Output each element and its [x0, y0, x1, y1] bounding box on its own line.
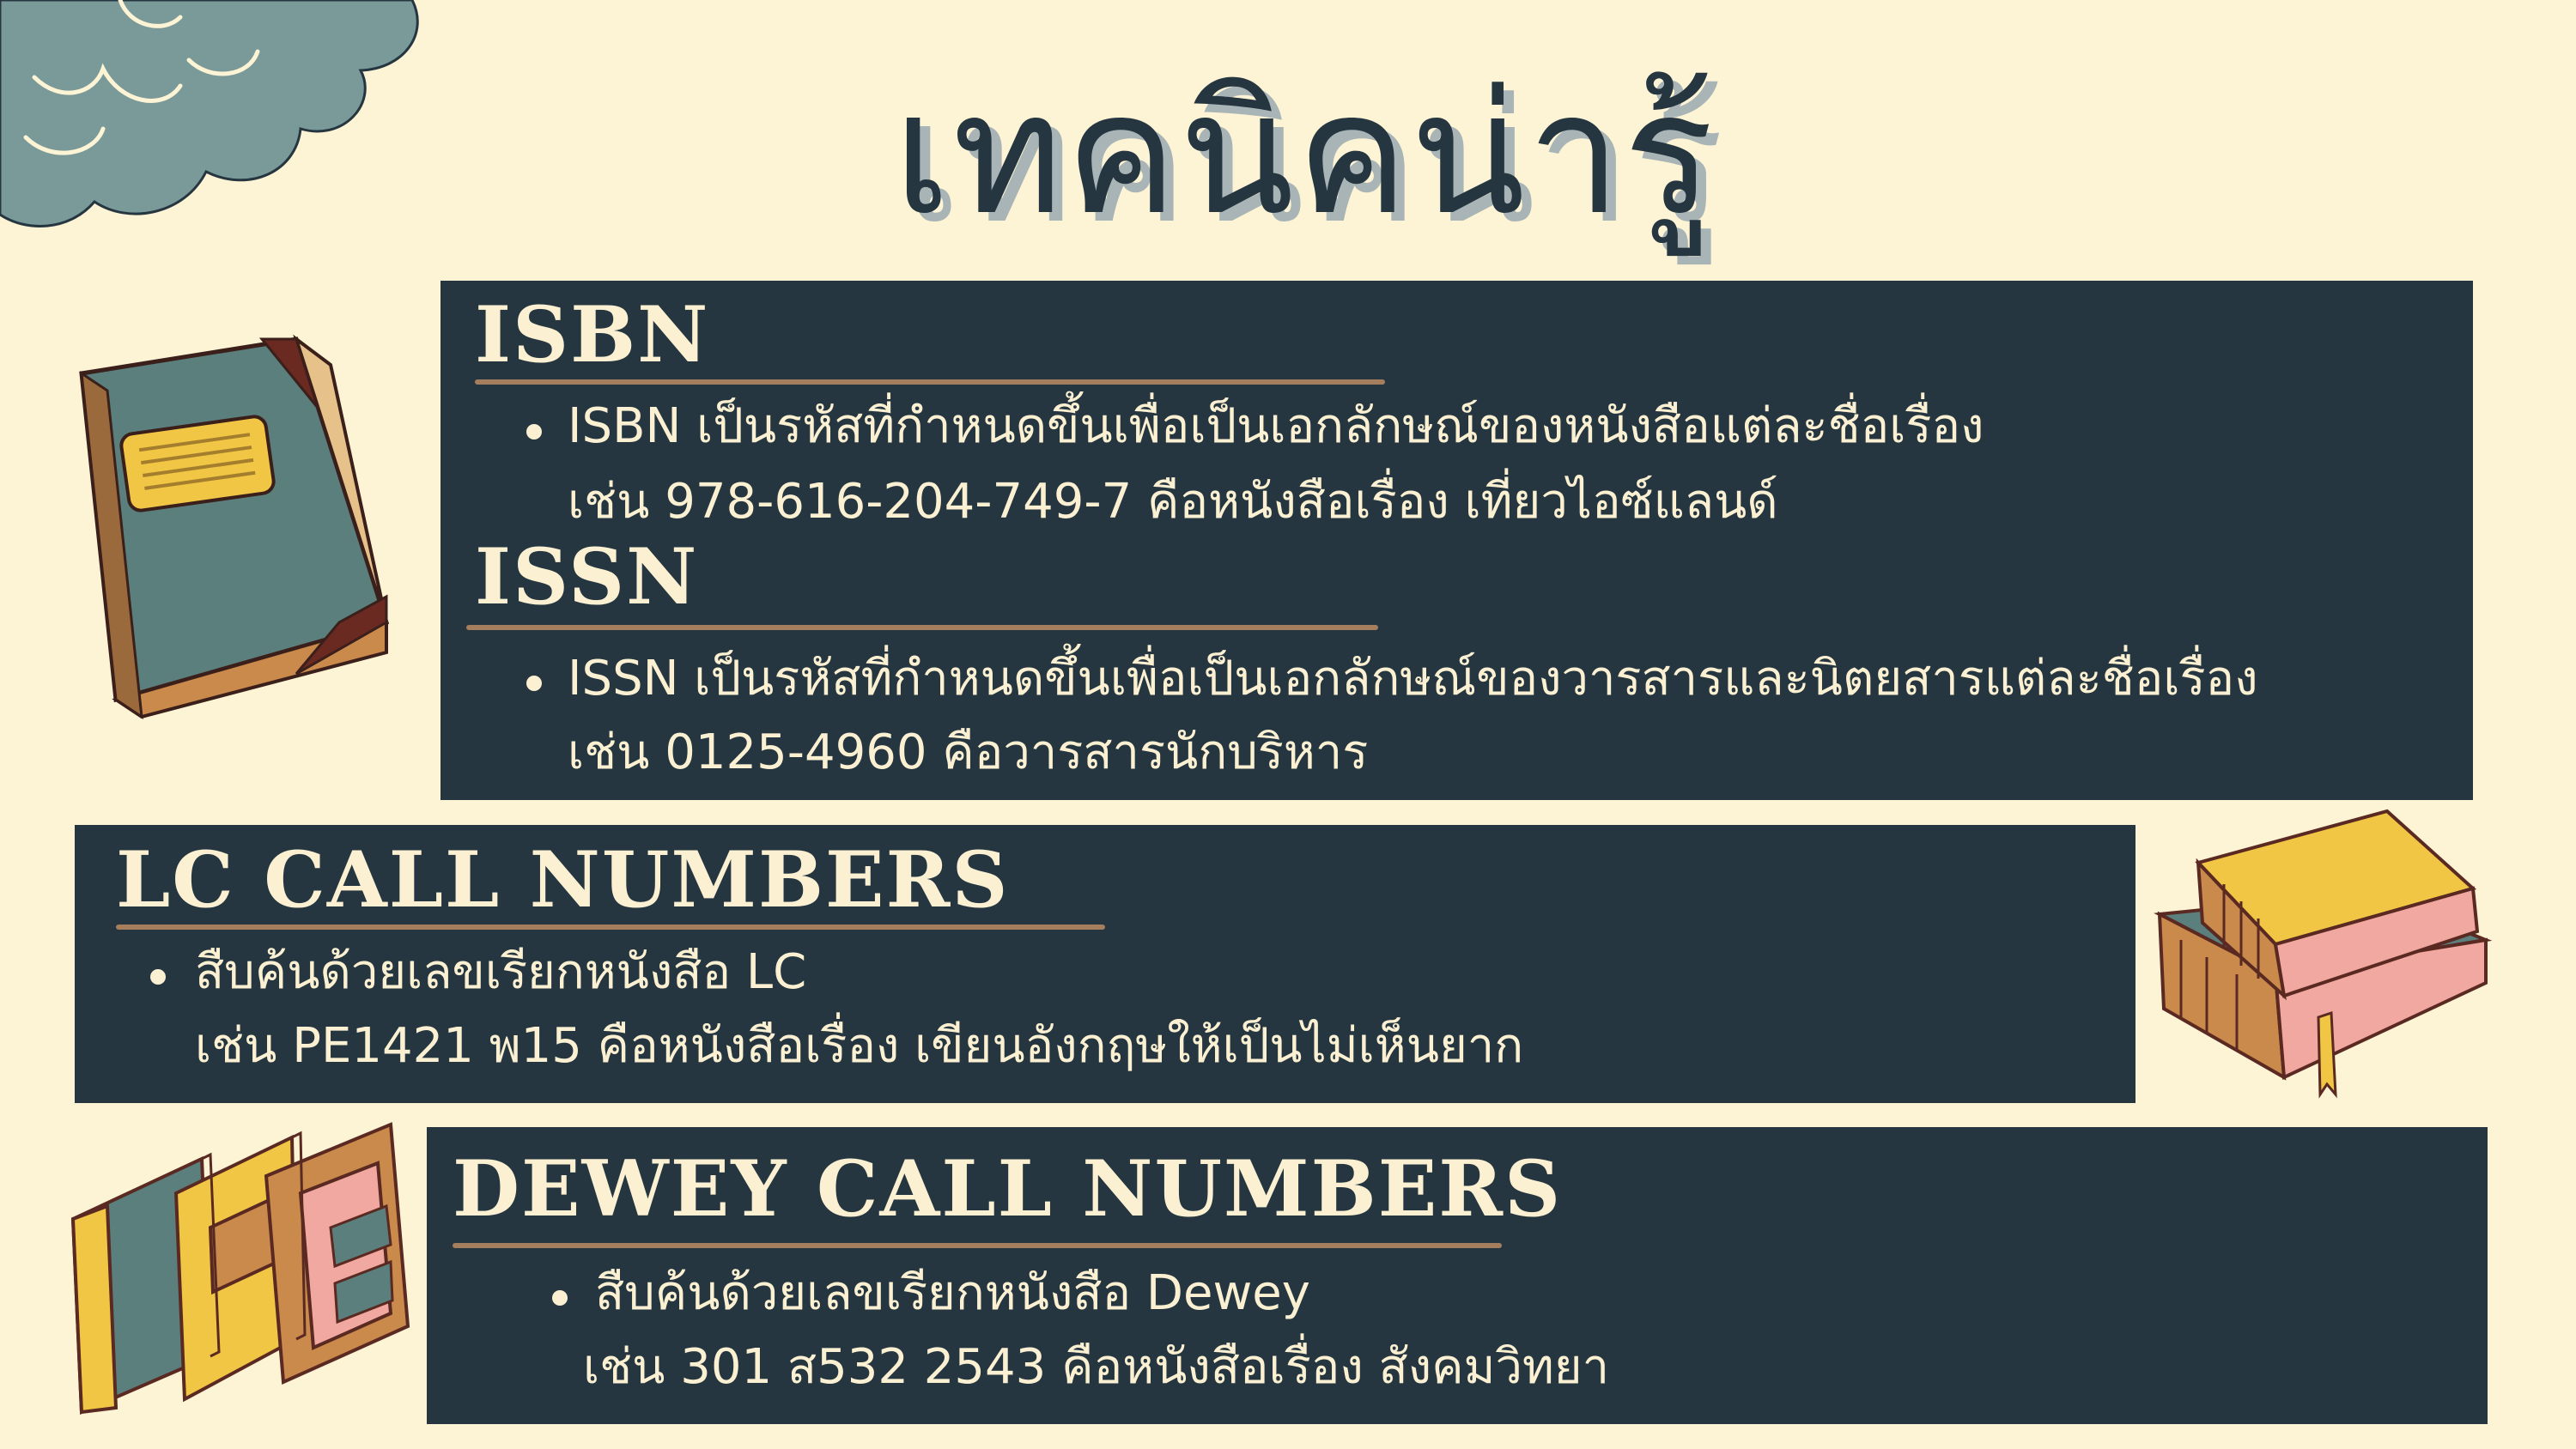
bullet-icon: [150, 969, 166, 985]
issn-heading: ISSN: [475, 531, 699, 622]
dewey-description: สืบค้นด้วยเลขเรียกหนังสือ Dewey: [595, 1265, 1310, 1321]
bullet-icon: [552, 1290, 568, 1306]
open-books-icon: [70, 1122, 410, 1415]
issn-description: ISSN เป็นรหัสที่กำหนดขึ้นเพื่อเป็นเอกลัก…: [568, 651, 2258, 706]
dewey-example: เช่น 301 ส532 2543 คือหนังสือเรื่อง สังค…: [583, 1339, 1610, 1395]
isbn-divider: [475, 379, 1385, 385]
lc-heading: LC CALL NUMBERS: [116, 834, 1010, 925]
lc-description: สืบค้นด้วยเลขเรียกหนังสือ LC: [195, 944, 807, 1000]
bullet-icon: [526, 676, 542, 691]
cloud-icon: [0, 0, 419, 227]
closed-book-icon: [79, 334, 390, 720]
issn-example: เช่น 0125-4960 คือวารสารนักบริหาร: [568, 724, 1369, 780]
lc-panel: LC CALL NUMBERS สืบค้นด้วยเลขเรียกหนังสื…: [75, 825, 2136, 1103]
page-title: เทคนิคน่ารู้: [893, 57, 1716, 252]
bullet-icon: [526, 424, 542, 440]
isbn-heading: ISBN: [475, 289, 710, 380]
dewey-divider: [453, 1243, 1502, 1248]
lc-example: เช่น PE1421 พ15 คือหนังสือเรื่อง เขียนอั…: [195, 1018, 1524, 1074]
stacked-books-icon: [2154, 809, 2493, 1099]
isbn-description: ISBN เป็นรหัสที่กำหนดขึ้นเพื่อเป็นเอกลัก…: [568, 398, 1984, 454]
dewey-heading: DEWEY CALL NUMBERS: [453, 1143, 1563, 1234]
lc-divider: [116, 925, 1105, 930]
isbn-issn-panel: ISBN ISBN เป็นรหัสที่กำหนดขึ้นเพื่อเป็นเ…: [440, 281, 2473, 800]
issn-divider: [466, 625, 1378, 630]
isbn-example: เช่น 978-616-204-749-7 คือหนังสือเรื่อง …: [568, 474, 1778, 530]
dewey-panel: DEWEY CALL NUMBERS สืบค้นด้วยเลขเรียกหนั…: [427, 1127, 2488, 1424]
